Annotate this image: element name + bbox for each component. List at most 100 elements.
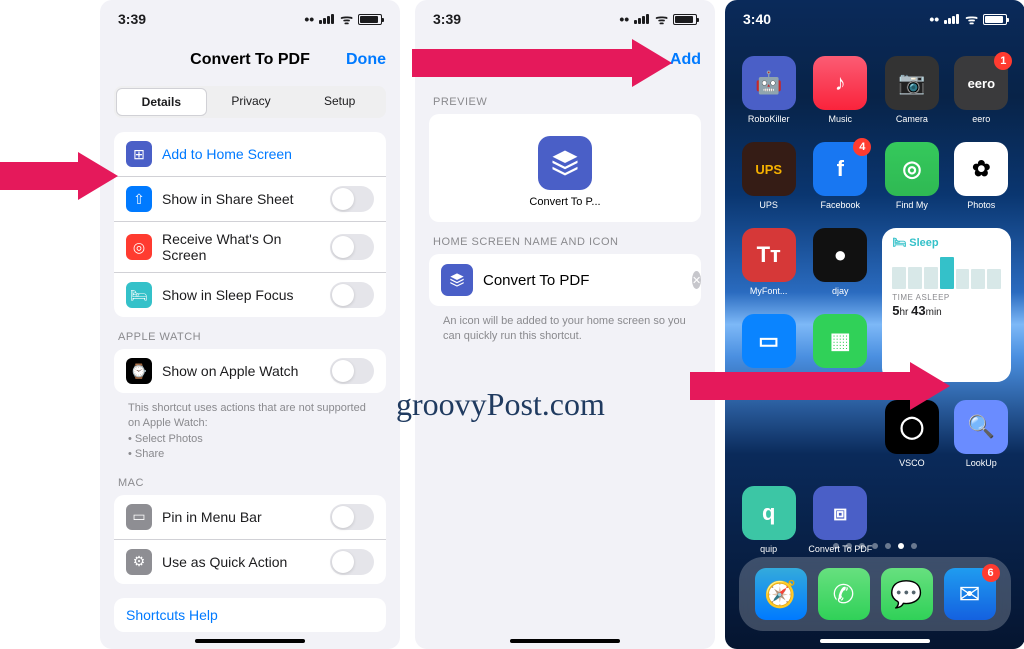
wifi-icon: ᯤ	[655, 10, 668, 29]
app-music[interactable]: ♪ Music	[808, 56, 872, 124]
home-screen[interactable]: 🤖 RoboKiller ♪ Music 📷 Camera eero 1 eer…	[725, 38, 1024, 649]
row-label: Show in Share Sheet	[162, 191, 320, 207]
shortcut-details-panel: 3:39 •• ᯤ Convert To PDF Done Details Pr…	[100, 0, 400, 649]
screen-icon: ◎	[126, 234, 152, 260]
cellular-icon	[634, 14, 650, 24]
add-to-home-screen-button[interactable]: ⊞ Add to Home Screen	[114, 132, 386, 176]
add-button[interactable]: Add	[670, 51, 701, 69]
signal-icon: ••	[304, 11, 314, 27]
name-card: ✕	[429, 254, 701, 306]
row-label: Receive What's On Screen	[162, 231, 320, 263]
group-home: ⊞ Add to Home Screen ⇧ Show in Share She…	[114, 132, 386, 317]
home-icon: ⊞	[126, 141, 152, 167]
sleep-icon: 🛏	[126, 282, 152, 308]
app-find-my[interactable]: ◎ Find My	[882, 142, 941, 210]
status-bar: 3:40 •• ᯤ	[725, 0, 1024, 38]
name-group: HOME SCREEN NAME AND ICON ✕ An icon will…	[429, 236, 701, 345]
watch-footnote: This shortcut uses actions that are not …	[114, 393, 386, 463]
signal-icon: ••	[929, 11, 939, 27]
status-time: 3:40	[743, 11, 771, 27]
cellular-icon	[319, 14, 335, 24]
status-icons: •• ᯤ	[929, 10, 1007, 29]
shortcut-icon-picker[interactable]	[441, 264, 473, 296]
wifi-icon: ᯤ	[965, 10, 978, 29]
dock-phone[interactable]: ✆	[818, 568, 870, 620]
on-screen-toggle[interactable]	[330, 234, 374, 260]
battery-icon	[673, 14, 697, 25]
status-time: 3:39	[118, 11, 146, 27]
quick-action-row[interactable]: ⚙ Use as Quick Action	[114, 539, 386, 584]
cellular-icon	[944, 14, 960, 24]
group-mac: MAC ▭ Pin in Menu Bar ⚙ Use as Quick Act…	[114, 477, 386, 584]
preview-group: PREVIEW Convert To P...	[429, 96, 701, 222]
battery-icon	[358, 14, 382, 25]
pin-menu-toggle[interactable]	[330, 504, 374, 530]
arrow-annotation-1	[0, 152, 118, 205]
status-time: 3:39	[433, 11, 461, 27]
app-camera[interactable]: 📷 Camera	[882, 56, 941, 124]
share-sheet-row[interactable]: ⇧ Show in Share Sheet	[114, 176, 386, 221]
home-indicator[interactable]	[195, 639, 305, 643]
app-photos[interactable]: ✿ Photos	[952, 142, 1011, 210]
sleep-widget[interactable]: 🛏 Sleep TIME ASLEEP 5hr 43min	[882, 228, 1011, 382]
preview-card: Convert To P...	[429, 114, 701, 222]
watch-toggle[interactable]	[330, 358, 374, 384]
group-help: Shortcuts Help	[114, 598, 386, 632]
row-label: Use as Quick Action	[162, 554, 320, 570]
row-label: Pin in Menu Bar	[162, 509, 320, 525]
status-icons: •• ᯤ	[304, 10, 382, 29]
wifi-icon: ᯤ	[340, 10, 353, 29]
name-footnote: An icon will be added to your home scree…	[429, 306, 701, 345]
row-label: Shortcuts Help	[126, 607, 374, 623]
share-icon: ⇧	[126, 186, 152, 212]
nav-bar: Convert To PDF Done	[100, 38, 400, 82]
dock-mail[interactable]: ✉ 6	[944, 568, 996, 620]
sleep-focus-row[interactable]: 🛏 Show in Sleep Focus	[114, 272, 386, 317]
nav-title: Convert To PDF	[190, 51, 310, 69]
app-facebook[interactable]: f 4 Facebook	[808, 142, 872, 210]
status-bar: 3:39 •• ᯤ	[100, 0, 400, 38]
add-to-home-screen-panel: 3:39 •• ᯤ Add PREVIEW Convert To P... HO…	[415, 0, 715, 649]
shortcut-name-input[interactable]	[483, 272, 682, 289]
home-indicator[interactable]	[820, 639, 930, 643]
apple-watch-row[interactable]: ⌚ Show on Apple Watch	[114, 349, 386, 393]
watch-icon: ⌚	[126, 358, 152, 384]
tab-privacy[interactable]: Privacy	[207, 88, 296, 116]
pin-menu-row[interactable]: ▭ Pin in Menu Bar	[114, 495, 386, 539]
preview-icon	[538, 136, 592, 190]
app-myfont-[interactable]: Tт MyFont...	[739, 228, 798, 296]
menubar-icon: ▭	[126, 504, 152, 530]
sleep-focus-toggle[interactable]	[330, 282, 374, 308]
watermark: groovyPost.com	[396, 386, 605, 423]
app-lookup[interactable]: 🔍 LookUp	[952, 400, 1011, 468]
home-screen-panel: 3:40 •• ᯤ 🤖 RoboKiller ♪ Music 📷 Camera …	[725, 0, 1024, 649]
done-button[interactable]: Done	[346, 51, 386, 69]
dock-messages[interactable]: 💬	[881, 568, 933, 620]
tab-details[interactable]: Details	[116, 88, 207, 116]
share-sheet-toggle[interactable]	[330, 186, 374, 212]
app-robokiller[interactable]: 🤖 RoboKiller	[739, 56, 798, 124]
row-label: Show on Apple Watch	[162, 363, 320, 379]
dock: 🧭 ✆ 💬 ✉ 6	[739, 557, 1011, 631]
app-ups[interactable]: UPS UPS	[739, 142, 798, 210]
page-indicator[interactable]	[725, 543, 1024, 549]
clear-button[interactable]: ✕	[692, 271, 701, 289]
preview-label: Convert To P...	[429, 196, 701, 208]
gear-icon: ⚙	[126, 549, 152, 575]
on-screen-row[interactable]: ◎ Receive What's On Screen	[114, 221, 386, 272]
signal-icon: ••	[619, 11, 629, 27]
segment-control[interactable]: Details Privacy Setup	[114, 86, 386, 118]
app-djay[interactable]: ● djay	[808, 228, 872, 296]
dock-safari[interactable]: 🧭	[755, 568, 807, 620]
group-watch: APPLE WATCH ⌚ Show on Apple Watch This s…	[114, 331, 386, 463]
tab-setup[interactable]: Setup	[295, 88, 384, 116]
mac-header: MAC	[118, 477, 382, 489]
app-eero[interactable]: eero 1 eero	[952, 56, 1011, 124]
home-indicator[interactable]	[510, 639, 620, 643]
shortcuts-help-button[interactable]: Shortcuts Help	[114, 598, 386, 632]
arrow-annotation-2	[412, 39, 672, 92]
quick-action-toggle[interactable]	[330, 549, 374, 575]
row-label: Show in Sleep Focus	[162, 287, 320, 303]
row-label: Add to Home Screen	[162, 146, 374, 162]
app-grid: 🤖 RoboKiller ♪ Music 📷 Camera eero 1 eer…	[739, 56, 1011, 554]
